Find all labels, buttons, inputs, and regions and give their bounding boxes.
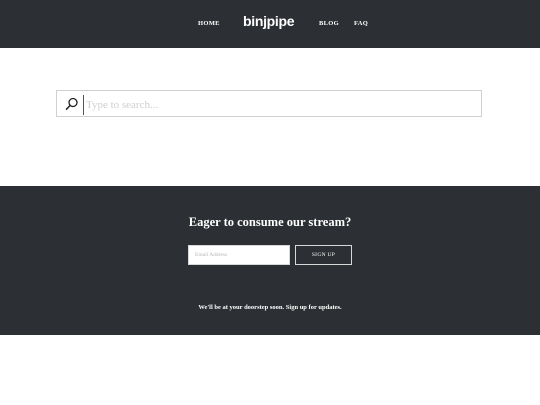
nav-blog-link[interactable]: BLOG: [319, 20, 339, 27]
top-navbar: HOME binjpipe BLOG FAQ: [0, 0, 540, 48]
search-bar: [56, 90, 482, 117]
search-icon[interactable]: [65, 97, 79, 111]
signup-button[interactable]: SIGN UP: [295, 245, 352, 265]
search-input[interactable]: [83, 95, 478, 115]
subscribe-heading: Eager to consume our stream?: [188, 215, 352, 229]
nav-faq-link[interactable]: FAQ: [354, 20, 368, 27]
nav-home-link[interactable]: HOME: [198, 20, 220, 27]
brand-logo[interactable]: binjpipe: [243, 13, 295, 29]
email-field[interactable]: [188, 245, 290, 265]
subscribe-section: Eager to consume our stream? SIGN UP We'…: [0, 186, 540, 335]
subscribe-note: We'll be at your doorstep soon. Sign up …: [198, 304, 342, 311]
